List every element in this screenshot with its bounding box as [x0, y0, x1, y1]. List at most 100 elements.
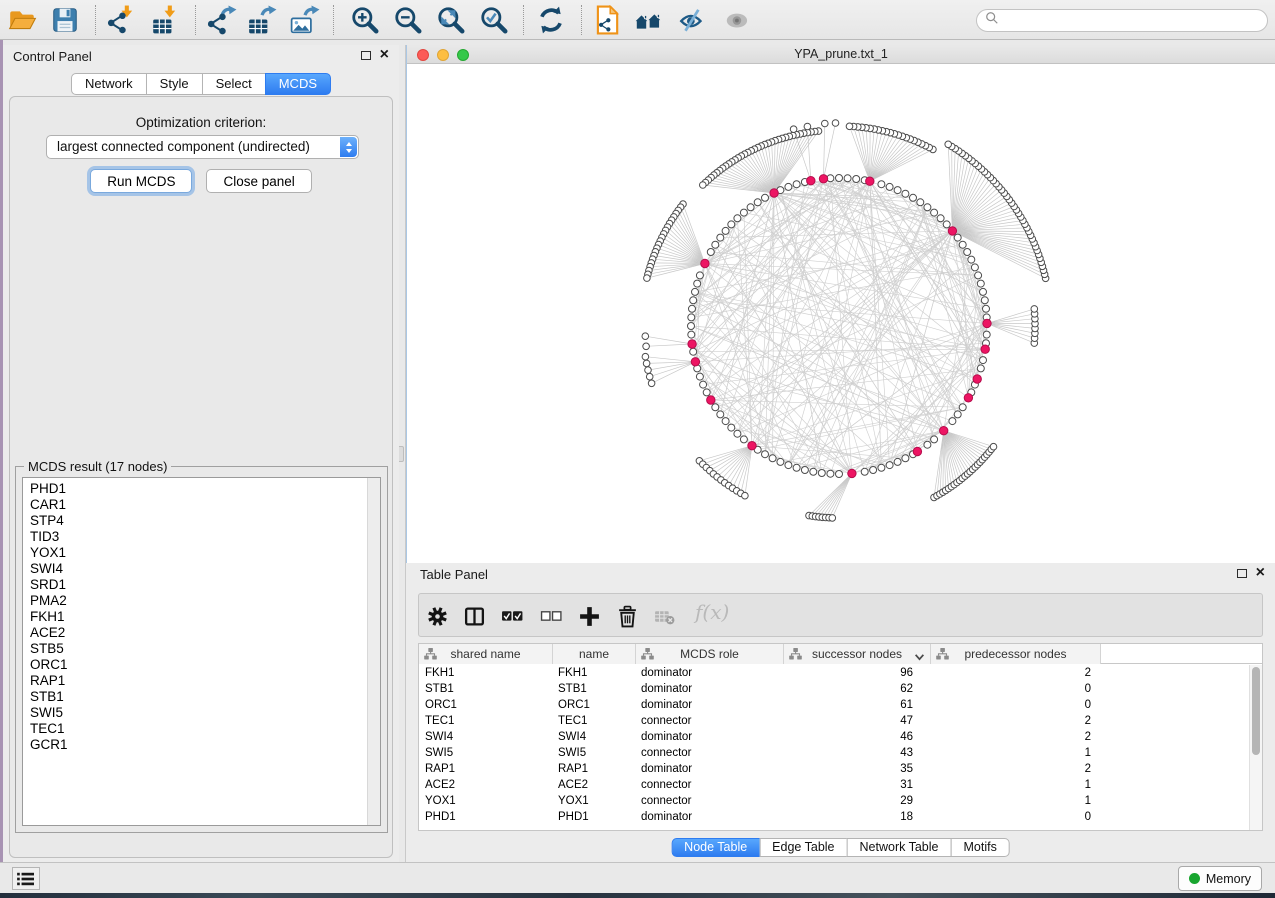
float-table-panel-icon[interactable]: [1237, 569, 1247, 578]
node-table-rows: FKH1FKH1dominator962STB1STB1dominator620…: [419, 665, 1249, 830]
column-header-MCDS-role[interactable]: MCDS role: [636, 644, 784, 664]
mcds-result-item[interactable]: PHD1: [23, 481, 366, 497]
table-panel: Table Panel × f(x) shared namenameMCDS r…: [406, 563, 1275, 862]
memory-button[interactable]: Memory: [1178, 866, 1262, 891]
table-row[interactable]: PHD1PHD1dominator180: [419, 809, 1249, 825]
zoom-fit-icon[interactable]: [434, 3, 468, 37]
table-row[interactable]: TEC1TEC1connector472: [419, 713, 1249, 729]
network-canvas[interactable]: [407, 64, 1275, 563]
mcds-result-item[interactable]: SRD1: [23, 577, 366, 593]
export-image-icon[interactable]: [288, 3, 322, 37]
mcds-tab-content: Optimization criterion: largest connecte…: [9, 96, 393, 858]
result-list-scrollbar[interactable]: [367, 478, 380, 825]
deselect-all-icon[interactable]: [538, 604, 564, 628]
table-row[interactable]: STB1STB1dominator620: [419, 681, 1249, 697]
table-scrollbar[interactable]: [1249, 665, 1262, 830]
import-table-icon[interactable]: [148, 3, 182, 37]
split-view-icon[interactable]: [461, 604, 487, 628]
memory-status-icon: [1189, 873, 1200, 884]
close-panel-icon[interactable]: ×: [380, 50, 389, 60]
export-network-icon[interactable]: [205, 3, 239, 37]
mcds-result-item[interactable]: ACE2: [23, 625, 366, 641]
toolbar-separator: [333, 5, 334, 35]
search-input[interactable]: [1003, 11, 1267, 30]
network-title: YPA_prune.txt_1: [407, 47, 1275, 61]
network-titlebar[interactable]: YPA_prune.txt_1: [407, 45, 1275, 64]
node-table-header: shared namenameMCDS rolesuccessor nodesp…: [419, 644, 1262, 664]
close-table-panel-icon[interactable]: ×: [1256, 568, 1265, 578]
mcds-result-list: PHD1CAR1STP4TID3YOX1SWI4SRD1PMA2FKH1ACE2…: [23, 481, 366, 825]
column-header-shared-name[interactable]: shared name: [419, 644, 553, 664]
column-header-predecessor-nodes[interactable]: predecessor nodes: [931, 644, 1101, 664]
open-file-icon[interactable]: [5, 3, 39, 37]
table-scrollbar-thumb[interactable]: [1252, 667, 1260, 755]
mcds-result-item[interactable]: SWI4: [23, 561, 366, 577]
table-row[interactable]: RAP1RAP1dominator352: [419, 761, 1249, 777]
table-row[interactable]: FKH1FKH1dominator962: [419, 665, 1249, 681]
tab-motifs[interactable]: Motifs: [950, 838, 1009, 857]
tab-mcds[interactable]: MCDS: [265, 73, 331, 95]
memory-label: Memory: [1206, 872, 1251, 886]
search-icon: [985, 11, 999, 30]
mcds-result-item[interactable]: YOX1: [23, 545, 366, 561]
column-settings-icon[interactable]: [424, 604, 450, 628]
export-table-icon[interactable]: [245, 3, 279, 37]
criterion-dropdown[interactable]: largest connected component (undirected): [46, 135, 359, 159]
network-document-icon[interactable]: [590, 3, 624, 37]
mcds-result-item[interactable]: RAP1: [23, 673, 366, 689]
mcds-result-item[interactable]: STP4: [23, 513, 366, 529]
show-all-icon[interactable]: [632, 3, 666, 37]
tab-select[interactable]: Select: [202, 73, 266, 95]
mcds-result-item[interactable]: TEC1: [23, 721, 366, 737]
status-bar: Memory: [0, 862, 1275, 893]
mcds-result-item[interactable]: CAR1: [23, 497, 366, 513]
task-history-button[interactable]: [12, 867, 40, 890]
run-mcds-button[interactable]: Run MCDS: [90, 169, 192, 193]
add-row-icon[interactable]: [576, 604, 602, 628]
show-hidden-icon: [721, 3, 755, 37]
table-row[interactable]: ACE2ACE2connector311: [419, 777, 1249, 793]
network-graph[interactable]: [407, 64, 1275, 563]
dropdown-stepper-icon: [340, 137, 357, 157]
control-panel-title: Control Panel: [13, 49, 92, 64]
refresh-layout-icon[interactable]: [534, 3, 568, 37]
table-panel-tabs: Node TableEdge TableNetwork TableMotifs: [671, 838, 1010, 857]
mcds-result-item[interactable]: GCR1: [23, 737, 366, 753]
control-panel: Control Panel × NetworkStyleSelectMCDS O…: [3, 45, 399, 862]
zoom-in-icon[interactable]: [348, 3, 382, 37]
mcds-result-item[interactable]: STB1: [23, 689, 366, 705]
table-row[interactable]: SWI4SWI4dominator462: [419, 729, 1249, 745]
mcds-result-item[interactable]: FKH1: [23, 609, 366, 625]
float-panel-icon[interactable]: [361, 51, 371, 60]
table-row[interactable]: YOX1YOX1connector291: [419, 793, 1249, 809]
save-session-icon[interactable]: [48, 3, 82, 37]
tab-node-table[interactable]: Node Table: [671, 838, 760, 857]
column-header-successor-nodes[interactable]: successor nodes: [784, 644, 931, 664]
list-icon: [16, 871, 36, 887]
delete-table-icon: [651, 604, 677, 628]
import-network-icon[interactable]: [105, 3, 139, 37]
close-panel-button[interactable]: Close panel: [206, 169, 311, 193]
table-row[interactable]: ORC1ORC1dominator610: [419, 697, 1249, 713]
sort-chevron-icon[interactable]: [914, 650, 925, 664]
delete-row-icon[interactable]: [614, 604, 640, 628]
mcds-result-item[interactable]: PMA2: [23, 593, 366, 609]
select-all-icon[interactable]: [499, 604, 525, 628]
tab-network[interactable]: Network: [71, 73, 147, 95]
table-toolbar: f(x): [418, 593, 1263, 637]
criterion-value: largest connected component (undirected): [57, 139, 310, 154]
zoom-out-icon[interactable]: [391, 3, 425, 37]
table-row[interactable]: SWI5SWI5connector431: [419, 745, 1249, 761]
mcds-result-item[interactable]: ORC1: [23, 657, 366, 673]
mcds-result-item[interactable]: SWI5: [23, 705, 366, 721]
column-header-name[interactable]: name: [553, 644, 636, 664]
toolbar-separator: [95, 5, 96, 35]
tab-network-table[interactable]: Network Table: [847, 838, 952, 857]
hide-selected-icon[interactable]: [676, 3, 710, 37]
mcds-result-item[interactable]: STB5: [23, 641, 366, 657]
mcds-result-item[interactable]: TID3: [23, 529, 366, 545]
tab-style[interactable]: Style: [146, 73, 203, 95]
zoom-selected-icon[interactable]: [477, 3, 511, 37]
tab-edge-table[interactable]: Edge Table: [759, 838, 847, 857]
search-box[interactable]: [976, 9, 1268, 32]
